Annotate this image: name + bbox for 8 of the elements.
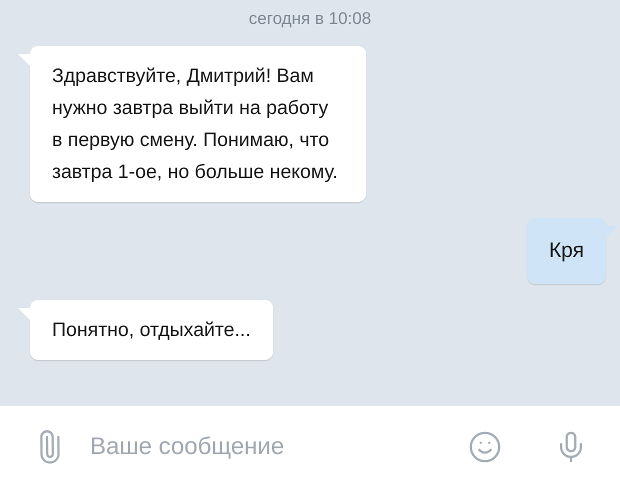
message-bubble: Понятно, отдыхайте... (30, 300, 273, 360)
message-bubble: Кря (526, 218, 606, 284)
message-bubble: Здравствуйте, Дмитрий! Вам нужно завтра выйти на работу в первую смену. Понимаю, что завтра 1-ое, но больше некому. (30, 46, 366, 202)
message-input[interactable]: Ваше сообщение (90, 429, 444, 465)
smiley-icon[interactable] (468, 430, 502, 464)
timestamp-label: сегодня в 10:08 (248, 8, 372, 30)
bubble-tail (18, 308, 32, 322)
bubble-tail (18, 54, 32, 68)
